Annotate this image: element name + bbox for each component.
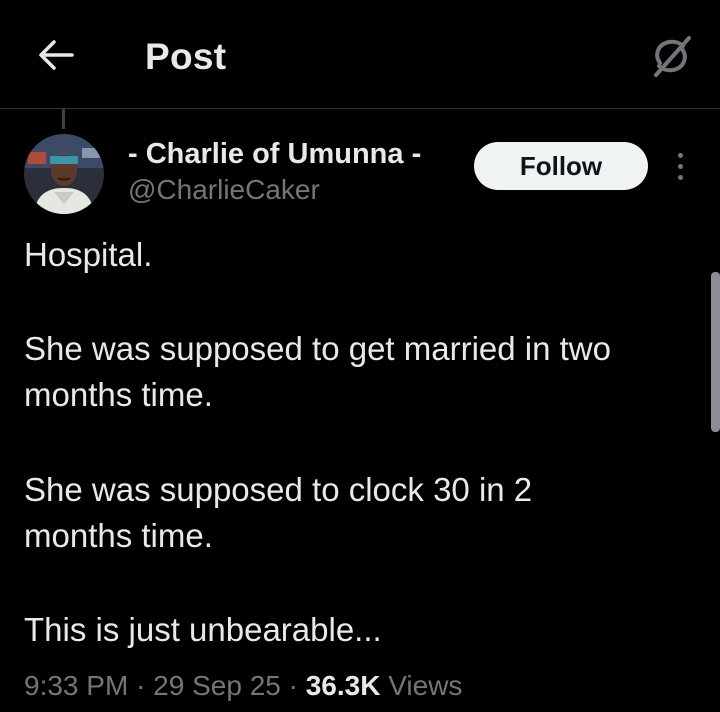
tweet-text-line: This is just unbearable... [24,611,382,648]
avatar[interactable] [24,134,104,214]
tweet-text-line: She was supposed to clock 30 in 2 [24,471,533,508]
back-button[interactable] [28,30,84,80]
meta-separator: · [280,670,306,701]
author-handle[interactable]: @CharlieCaker [128,174,320,206]
grok-button[interactable] [640,28,702,84]
post-page: Post - Charlie of Umunna - @CharlieCaker… [0,0,720,712]
page-title: Post [145,36,227,77]
post-date[interactable]: 29 Sep 25 [153,670,281,701]
tweet-text-line: Hospital. [24,236,153,273]
tweet-text-line: She was supposed to get married in two [24,330,611,367]
arrow-left-icon [39,40,74,70]
meta-separator: · [128,670,154,701]
views-count[interactable]: 36.3K [306,670,381,701]
more-dot-icon [677,163,683,169]
post-time[interactable]: 9:33 PM [24,670,128,701]
grok-icon [654,36,691,77]
top-bar: Post [0,0,720,109]
more-dot-icon [677,152,683,158]
more-options-button[interactable] [666,146,694,186]
more-dot-icon [677,174,683,180]
scrollbar-thumb[interactable] [711,272,720,432]
follow-button[interactable]: Follow [474,142,648,190]
tweet-text-line: months time. [24,376,213,413]
views-label: Views [380,670,463,701]
post-meta: 9:33 PM · 29 Sep 25 · 36.3K Views [24,666,462,706]
author-display-name[interactable]: - Charlie of Umunna - [128,138,421,171]
thread-connector-line [62,109,65,129]
tweet-text-line: months time. [24,517,213,554]
avatar-image [24,134,104,214]
